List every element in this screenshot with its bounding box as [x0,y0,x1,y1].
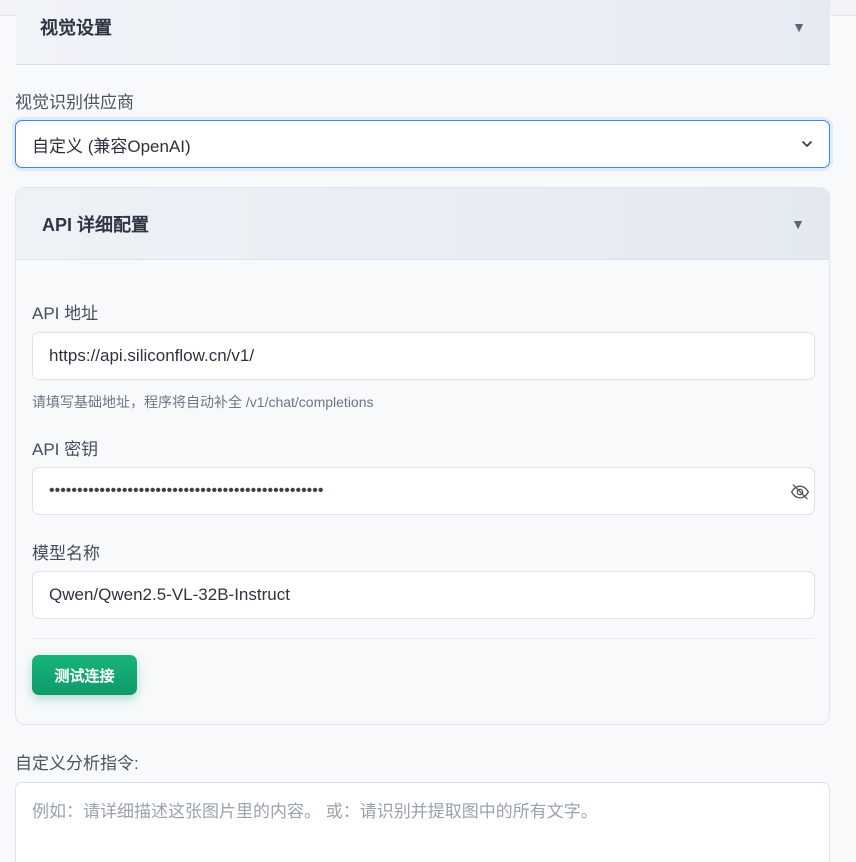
api-key-value: ••••••••••••••••••••••••••••••••••••••••… [49,482,324,499]
api-address-input[interactable]: https://api.siliconflow.cn/v1/ [32,332,815,380]
custom-prompt-label: 自定义分析指令: [15,754,139,773]
model-name-input[interactable]: Qwen/Qwen2.5-VL-32B-Instruct [32,571,815,619]
custom-prompt-placeholder: 例如：请详细描述这张图片里的内容。 或：请识别并提取图中的所有文字。 [32,802,598,821]
collapse-caret-icon[interactable]: ▼ [792,19,806,35]
provider-select[interactable]: 自定义 (兼容OpenAI) [15,120,830,168]
custom-prompt-textarea[interactable]: 例如：请详细描述这张图片里的内容。 或：请识别并提取图中的所有文字。 [15,782,830,862]
visual-settings-title: 视觉设置 [40,18,112,38]
api-config-header[interactable]: API 详细配置 ▼ [16,188,829,260]
eye-off-icon[interactable] [790,482,810,502]
api-config-title: API 详细配置 [42,214,150,235]
api-address-label: API 地址 [32,304,99,323]
visual-settings-header[interactable]: 视觉设置 ▼ [16,0,830,65]
provider-label: 视觉识别供应商 [15,93,134,112]
api-address-hint: 请填写基础地址，程序将自动补全 /v1/chat/completions [32,394,374,410]
collapse-caret-icon[interactable]: ▼ [791,216,805,232]
chevron-down-icon [802,141,812,147]
provider-selected-value: 自定义 (兼容OpenAI) [32,136,191,156]
test-connection-button[interactable]: 测试连接 [32,655,137,695]
api-key-input[interactable]: ••••••••••••••••••••••••••••••••••••••••… [32,467,815,515]
api-address-value: https://api.siliconflow.cn/v1/ [49,346,255,365]
api-key-label: API 密钥 [32,440,99,459]
model-name-value: Qwen/Qwen2.5-VL-32B-Instruct [49,585,290,604]
model-name-label: 模型名称 [32,544,100,563]
divider [32,638,815,639]
api-config-card: API 详细配置 ▼ API 地址 https://api.siliconflo… [15,187,830,725]
